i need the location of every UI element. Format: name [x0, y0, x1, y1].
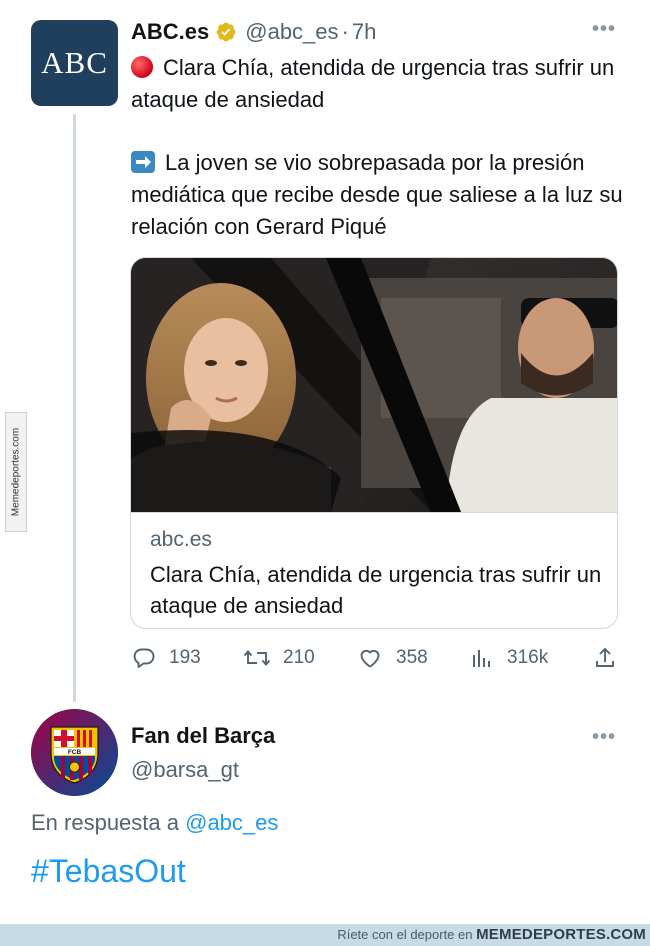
heart-icon [360, 649, 380, 668]
tweet-actions: 193 210 358 316k [131, 640, 623, 676]
footer-watermark: Ríete con el deporte en MEMEDEPORTES.COM [0, 924, 650, 946]
reply-count: 193 [169, 647, 201, 668]
tweet-text-1: Clara Chía, atendida de urgencia tras su… [131, 55, 615, 112]
red-circle-icon [131, 56, 153, 78]
author-handle[interactable]: @abc_es [245, 19, 338, 45]
reply-more-options-icon[interactable]: ••• [592, 726, 616, 749]
reply-icon [133, 648, 155, 668]
right-arrow-icon [131, 151, 155, 173]
reply-author-handle[interactable]: @barsa_gt [131, 757, 239, 783]
verified-badge-icon [216, 22, 236, 42]
tweet-header: ABC.es @abc_es · 7h [131, 15, 376, 49]
more-options-icon[interactable]: ••• [592, 18, 616, 41]
tweet-paragraph-2: La joven se vio sobrepasada por la presi… [131, 147, 631, 243]
retweet-button[interactable]: 210 [243, 640, 315, 676]
abc-avatar[interactable]: ABC [31, 20, 118, 106]
author-name[interactable]: ABC.es [131, 19, 209, 45]
separator: · [341, 19, 349, 44]
footer-prefix: Ríete con el deporte en [337, 927, 473, 942]
card-image [131, 258, 617, 512]
link-card[interactable]: abc.es Clara Chía, atendida de urgencia … [130, 257, 618, 629]
reply-button[interactable]: 193 [131, 640, 201, 676]
share-icon [596, 647, 614, 667]
views-count: 316k [507, 647, 549, 668]
thread-line [73, 114, 76, 702]
like-count: 358 [396, 647, 428, 668]
in-reply-to: En respuesta a @abc_es [31, 810, 278, 836]
reply-hashtag[interactable]: #TebasOut [31, 853, 186, 890]
in-reply-prefix: En respuesta a [31, 810, 179, 835]
card-body: abc.es Clara Chía, atendida de urgencia … [131, 512, 617, 628]
share-button[interactable] [593, 640, 629, 676]
tweet-text-2: La joven se vio sobrepasada por la presi… [131, 150, 623, 239]
in-reply-mention[interactable]: @abc_es [185, 810, 278, 835]
tweet-paragraph-1: Clara Chía, atendida de urgencia tras su… [131, 52, 631, 116]
views-chart-icon [473, 650, 490, 667]
views-button[interactable]: 316k [469, 640, 548, 676]
side-watermark-text: Memedeportes.com [10, 427, 22, 517]
card-domain: abc.es [150, 528, 212, 551]
fcb-avatar[interactable]: FCB [31, 709, 118, 796]
footer-brand: MEMEDEPORTES.COM [476, 926, 646, 943]
fcb-crest-text: FCB [68, 749, 82, 756]
card-title: Clara Chía, atendida de urgencia tras su… [150, 562, 602, 618]
timestamp[interactable]: 7h [352, 19, 376, 45]
retweet-icon [243, 650, 271, 666]
like-button[interactable]: 358 [356, 640, 428, 676]
side-watermark: Memedeportes.com [5, 412, 27, 532]
retweet-count: 210 [283, 647, 315, 668]
reply-author-name[interactable]: Fan del Barça [131, 723, 275, 749]
